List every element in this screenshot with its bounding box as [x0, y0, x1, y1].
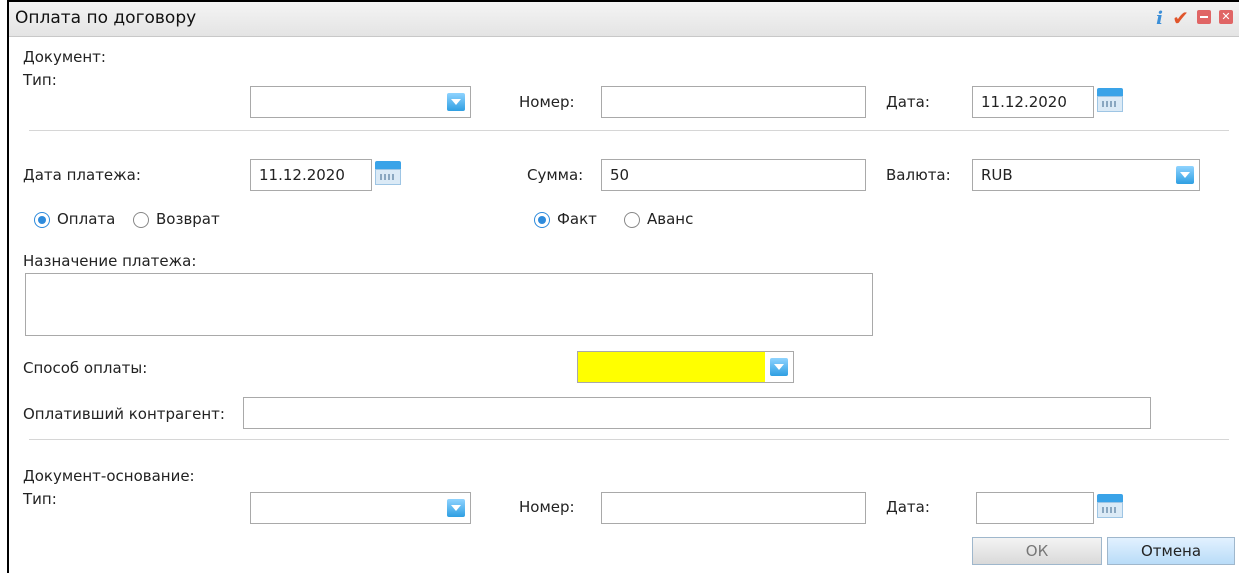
- title-bar: Оплата по договору i ✔ ✕: [9, 2, 1239, 37]
- document-number-input[interactable]: [601, 86, 866, 118]
- payment-method-select[interactable]: [577, 351, 794, 383]
- currency-value: RUB: [981, 166, 1013, 184]
- window-title: Оплата по договору: [15, 8, 197, 28]
- calendar-icon[interactable]: [1097, 88, 1123, 114]
- separator: [29, 130, 1229, 131]
- chevron-down-icon[interactable]: [442, 493, 470, 523]
- ok-button[interactable]: ОК: [972, 537, 1102, 565]
- basis-type-select[interactable]: [250, 492, 471, 524]
- cancel-button[interactable]: Отмена: [1107, 537, 1235, 565]
- radio-fact-label[interactable]: Факт: [557, 210, 597, 228]
- payment-date-value: 11.12.2020: [259, 166, 345, 184]
- minimize-icon[interactable]: [1197, 10, 1211, 24]
- check-icon[interactable]: ✔: [1172, 6, 1189, 30]
- basis-section-label: Документ-основание:: [23, 467, 195, 485]
- radio-refund-label[interactable]: Возврат: [156, 210, 220, 228]
- payment-date-label: Дата платежа:: [23, 166, 141, 184]
- sum-input[interactable]: 50: [601, 159, 866, 191]
- currency-label: Валюта:: [886, 166, 951, 184]
- chevron-down-icon[interactable]: [442, 87, 470, 117]
- radio-payment-label[interactable]: Оплата: [57, 210, 115, 228]
- basis-type-label: Тип:: [23, 490, 57, 508]
- title-bar-icons: i ✔ ✕: [1143, 6, 1233, 30]
- document-type-select[interactable]: [250, 86, 471, 118]
- radio-refund[interactable]: [133, 212, 149, 228]
- document-number-label: Номер:: [519, 93, 575, 111]
- payment-method-label: Способ оплаты:: [23, 359, 148, 377]
- calendar-icon[interactable]: [375, 161, 401, 187]
- basis-number-label: Номер:: [519, 498, 575, 516]
- document-date-label: Дата:: [886, 93, 930, 111]
- info-icon[interactable]: i: [1156, 8, 1163, 29]
- currency-select[interactable]: RUB: [972, 159, 1200, 191]
- sum-value: 50: [610, 166, 630, 184]
- close-icon[interactable]: ✕: [1219, 10, 1233, 24]
- radio-fact[interactable]: [534, 212, 550, 228]
- purpose-textarea[interactable]: [25, 273, 873, 336]
- radio-payment[interactable]: [34, 212, 50, 228]
- basis-date-label: Дата:: [886, 498, 930, 516]
- document-date-value: 11.12.2020: [981, 93, 1067, 111]
- purpose-label: Назначение платежа:: [23, 252, 197, 270]
- document-type-label: Тип:: [23, 71, 57, 89]
- counterparty-label: Оплативший контрагент:: [23, 405, 225, 423]
- document-date-input[interactable]: 11.12.2020: [972, 86, 1094, 118]
- basis-number-input[interactable]: [601, 492, 866, 524]
- calendar-icon[interactable]: [1097, 494, 1123, 520]
- chevron-down-icon[interactable]: [1171, 160, 1199, 190]
- sum-label: Сумма:: [527, 166, 584, 184]
- document-section-label: Документ:: [23, 48, 106, 66]
- radio-advance-label[interactable]: Аванс: [647, 210, 693, 228]
- chevron-down-icon[interactable]: [765, 352, 793, 382]
- basis-date-input[interactable]: [976, 492, 1094, 524]
- payment-dialog: Оплата по договору i ✔ ✕ Документ: Тип: …: [7, 0, 1239, 573]
- payment-date-input[interactable]: 11.12.2020: [250, 159, 372, 191]
- counterparty-input[interactable]: [243, 397, 1151, 429]
- separator: [29, 439, 1229, 440]
- radio-advance[interactable]: [624, 212, 640, 228]
